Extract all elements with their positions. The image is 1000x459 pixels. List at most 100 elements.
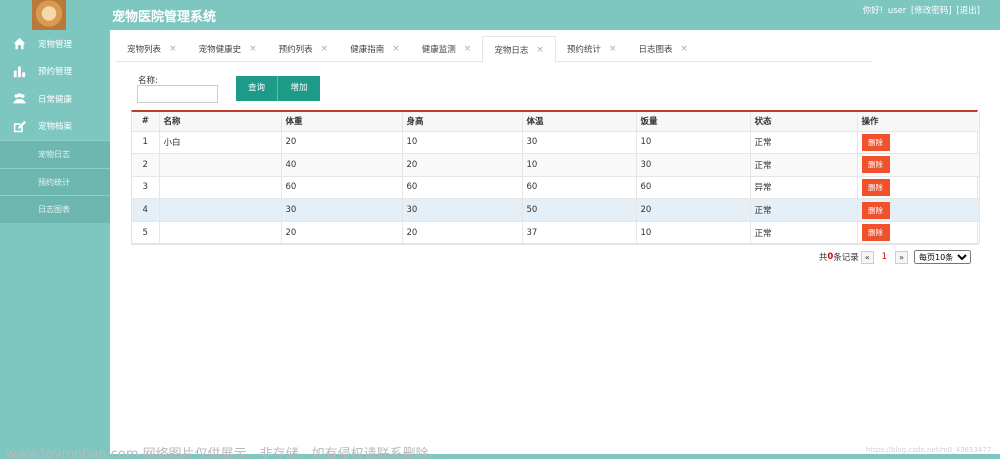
close-icon[interactable]: × (169, 44, 177, 54)
greeting-text: 你好! (862, 6, 884, 16)
edit-icon (12, 119, 26, 133)
column-header: 状态 (750, 112, 858, 132)
home-icon (12, 37, 26, 51)
temperature-cell: 37 (522, 221, 637, 245)
status-cell: 正常 (750, 153, 858, 177)
tab-bar: 宠物列表 × 宠物健康史 × 预约列表 × 健康指南 × 健康监测 × 宠物日志 × 预约统… (116, 36, 872, 63)
column-header: 饭量 (636, 112, 751, 132)
sidebar: 宠物管理 预约管理 日常健康 宠物档案 宠物日志 预约统计 日志图表 (0, 30, 110, 459)
sidebar-item-pet-management[interactable]: 宠物管理 (0, 30, 110, 58)
sidebar-item-appointment-management[interactable]: 预约管理 (0, 58, 110, 86)
sidebar-subitem-pet-log[interactable]: 宠物日志 (0, 140, 110, 168)
tab-appointment-stats[interactable]: 预约统计 × (556, 36, 628, 62)
tab-label: 宠物列表 (127, 45, 162, 55)
close-icon[interactable]: × (249, 44, 257, 54)
tab-label: 宠物日志 (494, 45, 529, 56)
weight-cell: 40 (281, 153, 403, 177)
status-cell: 正常 (750, 221, 858, 245)
sidebar-item-label: 宠物管理 (38, 39, 73, 50)
delete-button[interactable]: 删除 (861, 156, 890, 174)
column-header: 体重 (281, 112, 403, 132)
column-header: # (132, 112, 160, 132)
food-cell: 60 (636, 176, 751, 200)
weight-cell: 60 (281, 176, 403, 200)
column-header: 身高 (402, 112, 523, 132)
tab-label: 预约列表 (278, 45, 313, 55)
table-row: 1 小白 20 10 30 10 正常 删除 (132, 131, 980, 155)
pet-name (159, 221, 282, 245)
pet-name: 小白 (159, 131, 282, 155)
tab-pet-log[interactable]: 宠物日志 × (482, 36, 556, 63)
weight-cell: 30 (281, 198, 403, 222)
sidebar-item-daily-health[interactable]: 日常健康 (0, 85, 110, 113)
action-cell: 删除 (857, 221, 980, 245)
page-size-select[interactable]: 每页10条 (914, 250, 971, 264)
sidebar-subitem-log-chart[interactable]: 日志图表 (0, 195, 110, 223)
close-icon[interactable]: × (321, 44, 329, 54)
delete-button[interactable]: 删除 (861, 133, 890, 151)
sidebar-item-pet-records[interactable]: 宠物档案 (0, 113, 110, 141)
tab-health-guide[interactable]: 健康指南 × (339, 36, 411, 62)
logout-link[interactable]: [退出] (956, 6, 980, 16)
name-filter-input[interactable] (137, 85, 218, 103)
current-page[interactable]: 1 (882, 252, 887, 262)
close-icon[interactable]: × (609, 44, 617, 54)
status-cell: 异常 (750, 176, 858, 200)
users-icon (12, 92, 26, 106)
query-button[interactable]: 查询 (236, 76, 277, 101)
close-icon[interactable]: × (464, 44, 472, 54)
height-cell: 20 (402, 221, 523, 245)
prev-page-button[interactable]: « (860, 250, 874, 264)
temperature-cell: 30 (522, 131, 637, 155)
status-cell: 正常 (750, 131, 858, 155)
delete-button[interactable]: 删除 (861, 201, 890, 219)
delete-button[interactable]: 删除 (861, 224, 890, 242)
tab-log-chart[interactable]: 日志图表 × (627, 36, 699, 62)
tab-health-monitoring[interactable]: 健康监测 × (411, 36, 483, 62)
tab-label: 预约统计 (566, 45, 601, 55)
sidebar-item-label: 预约管理 (38, 67, 73, 78)
pet-name (159, 198, 282, 222)
height-cell: 20 (402, 153, 523, 177)
tab-pet-list[interactable]: 宠物列表 × (116, 36, 188, 62)
sidebar-subitem-appointment-stats[interactable]: 预约统计 (0, 167, 110, 195)
row-number: 2 (132, 153, 160, 177)
bar-chart-icon (12, 64, 26, 78)
temperature-cell: 50 (522, 198, 637, 222)
pet-name (159, 176, 282, 200)
temperature-cell: 60 (522, 176, 637, 200)
height-cell: 60 (402, 176, 523, 200)
table-row: 2 40 20 10 30 正常 删除 (132, 153, 980, 177)
pagination: 共 0 条记录 « 1 » 每页10条 (819, 250, 971, 264)
add-button[interactable]: 增加 (277, 76, 320, 101)
user-links: 你好! user [修改密码] [退出] (861, 4, 980, 16)
action-cell: 删除 (857, 198, 980, 222)
watermark-text: www.toymoban.com 网络图片仅供展示，非存储，如有侵权请联系删除。 (6, 447, 442, 459)
pet-name (159, 153, 282, 177)
top-header: 宠物医院管理系统 你好! user [修改密码] [退出] (0, 0, 1000, 30)
delete-button[interactable]: 删除 (861, 178, 890, 196)
next-page-button[interactable]: » (895, 250, 908, 264)
tab-label: 健康指南 (350, 45, 385, 55)
table-header-row: # 名称 体重 身高 体温 饭量 状态 操作 (132, 112, 980, 132)
food-cell: 10 (636, 221, 751, 245)
close-icon[interactable]: × (536, 45, 544, 55)
close-icon[interactable]: × (392, 44, 400, 54)
action-cell: 删除 (857, 131, 980, 155)
status-cell: 正常 (750, 198, 858, 222)
food-cell: 30 (636, 153, 751, 177)
column-header: 操作 (857, 112, 980, 132)
action-cell: 删除 (857, 153, 980, 177)
row-number: 3 (132, 176, 160, 200)
row-number: 4 (132, 198, 160, 222)
app-title: 宠物医院管理系统 (112, 10, 217, 25)
tab-label: 健康监测 (421, 45, 456, 55)
tab-appointment-list[interactable]: 预约列表 × (268, 36, 340, 62)
close-icon[interactable]: × (680, 44, 688, 54)
record-count-suffix: 条记录 (833, 253, 859, 263)
temperature-cell: 10 (522, 153, 637, 177)
change-password-link[interactable]: [修改密码] (911, 6, 952, 16)
tab-pet-health-history[interactable]: 宠物健康史 × (188, 36, 268, 62)
column-header: 体温 (522, 112, 637, 132)
food-cell: 20 (636, 198, 751, 222)
